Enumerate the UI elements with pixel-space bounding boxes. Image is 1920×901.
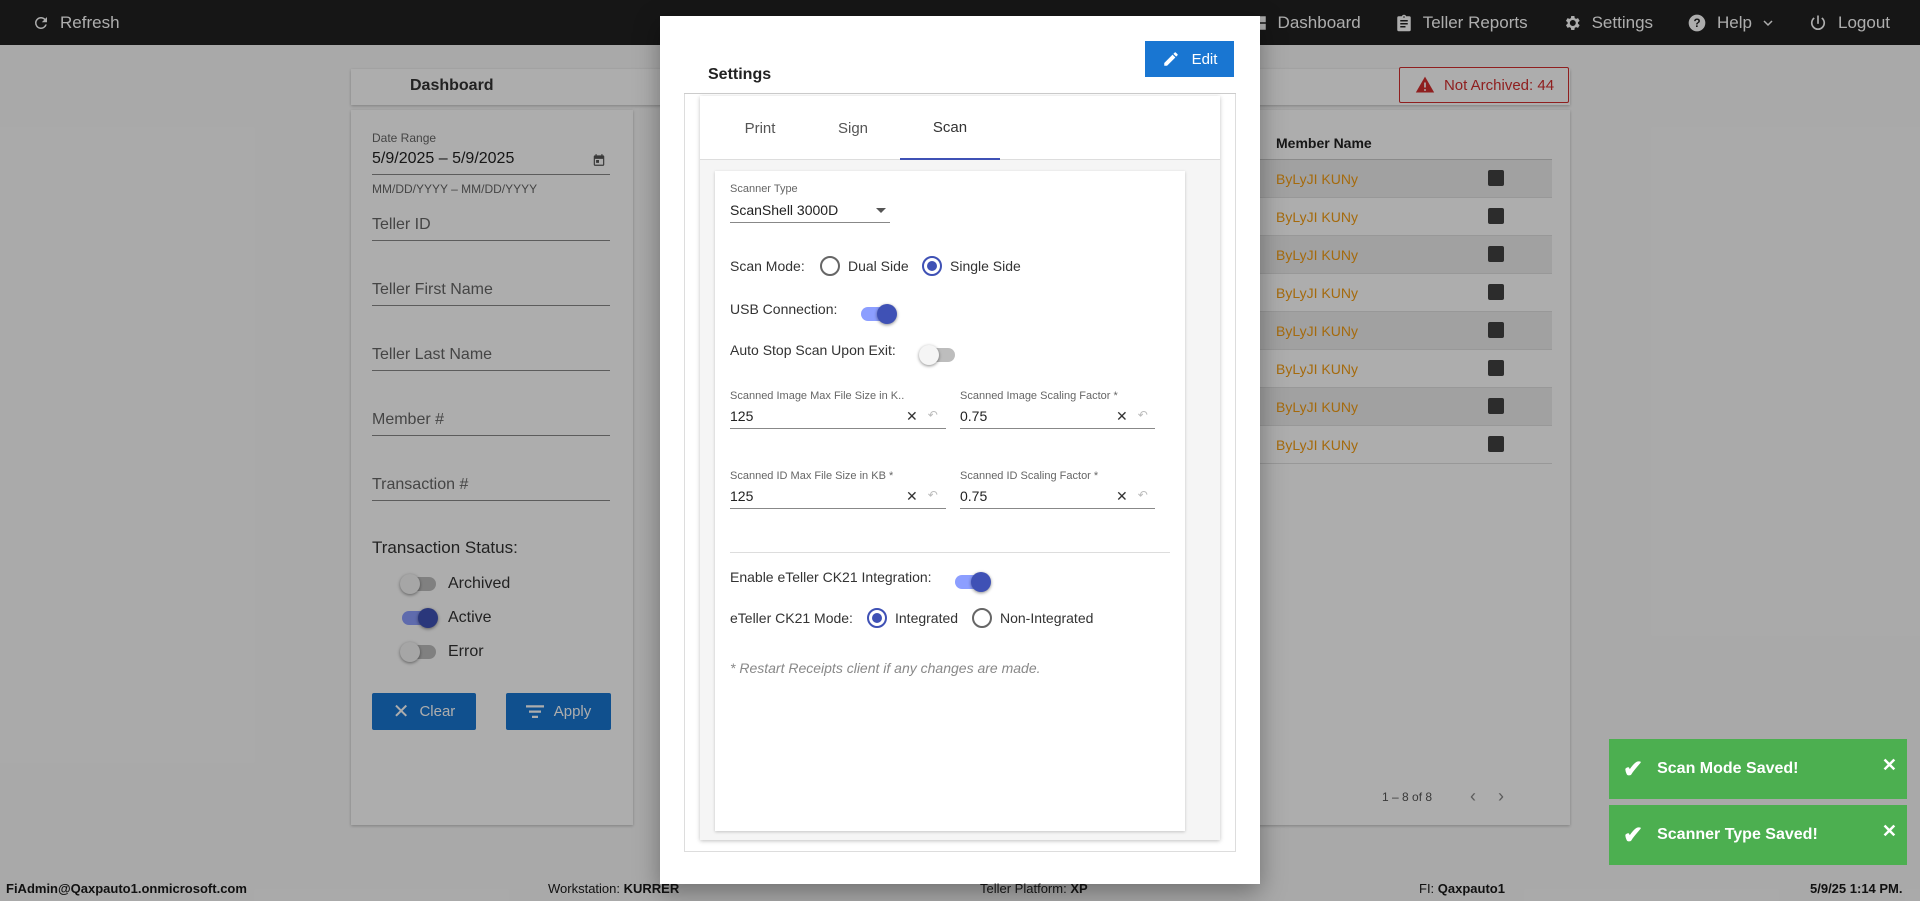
- platform-value: XP: [1070, 881, 1088, 896]
- ck21-non-integrated-radio[interactable]: [972, 608, 992, 628]
- image-max-size-input[interactable]: [730, 428, 946, 429]
- edit-button[interactable]: Edit: [1145, 41, 1234, 77]
- footer-platform: Teller Platform: XP: [980, 881, 1088, 896]
- scanner-type-select[interactable]: [730, 222, 890, 223]
- clear-icon[interactable]: ✕: [1116, 488, 1128, 505]
- restart-note: * Restart Receipts client if any changes…: [730, 660, 1041, 676]
- ck21-mode-label: eTeller CK21 Mode:: [730, 610, 853, 626]
- scan-mode-dual-label: Dual Side: [848, 258, 909, 274]
- dropdown-arrow-icon[interactable]: [876, 208, 886, 213]
- clear-icon[interactable]: ✕: [906, 488, 918, 505]
- fi-label: FI:: [1419, 881, 1438, 896]
- ck21-non-integrated-label: Non-Integrated: [1000, 610, 1094, 626]
- scanner-type-label: Scanner Type: [730, 183, 798, 195]
- pencil-icon: [1163, 52, 1178, 66]
- ck21-integration-label: Enable eTeller CK21 Integration:: [730, 569, 932, 585]
- undo-icon[interactable]: ↶: [1138, 408, 1148, 425]
- ck21-integrated-radio[interactable]: [867, 608, 887, 628]
- check-icon: ✔: [1623, 821, 1644, 849]
- toast-scan-mode: ✔ Scan Mode Saved! ✕: [1609, 739, 1907, 799]
- settings-dialog: Settings Edit Print Sign Scan: [660, 16, 1260, 884]
- image-scaling-input[interactable]: [960, 428, 1155, 429]
- clear-icon[interactable]: ✕: [906, 408, 918, 425]
- tab-scan[interactable]: Scan: [900, 96, 1000, 160]
- auto-stop-toggle[interactable]: [919, 345, 955, 365]
- ck21-integrated-label: Integrated: [895, 610, 959, 626]
- id-scaling-value[interactable]: 0.75: [960, 488, 987, 504]
- clear-icon[interactable]: ✕: [1116, 408, 1128, 425]
- scan-mode-dual-radio[interactable]: [820, 256, 840, 276]
- close-icon[interactable]: ✕: [1882, 755, 1897, 776]
- check-icon: ✔: [1623, 755, 1644, 783]
- scan-mode-single-label: Single Side: [950, 258, 1021, 274]
- tab-print[interactable]: Print: [710, 96, 810, 160]
- toast-message: Scan Mode Saved!: [1657, 760, 1799, 777]
- platform-label: Teller Platform:: [980, 881, 1071, 896]
- dialog-title: Settings: [708, 66, 772, 83]
- image-scaling-label: Scanned Image Scaling Factor *: [960, 390, 1118, 402]
- id-max-size-value[interactable]: 125: [730, 488, 753, 504]
- ck21-integration-toggle[interactable]: [955, 572, 991, 592]
- scan-mode-label: Scan Mode:: [730, 258, 805, 274]
- id-max-size-input[interactable]: [730, 508, 946, 509]
- scan-mode-single-radio[interactable]: [922, 256, 942, 276]
- auto-stop-label: Auto Stop Scan Upon Exit:: [730, 342, 896, 358]
- status-footer: FiAdmin@Qaxpauto1.onmicrosoft.com Workst…: [0, 877, 1920, 901]
- image-max-size-value[interactable]: 125: [730, 408, 753, 424]
- scanner-type-value[interactable]: ScanShell 3000D: [730, 202, 838, 218]
- edit-label: Edit: [1191, 50, 1218, 68]
- footer-user: FiAdmin@Qaxpauto1.onmicrosoft.com: [6, 881, 247, 896]
- footer-workstation: Workstation: KURRER: [548, 881, 679, 896]
- workstation-label: Workstation:: [548, 881, 624, 896]
- id-max-size-label: Scanned ID Max File Size in KB *: [730, 470, 894, 482]
- footer-datetime: 5/9/25 1:14 PM.: [1810, 881, 1903, 896]
- id-scaling-input[interactable]: [960, 508, 1155, 509]
- undo-icon[interactable]: ↶: [928, 488, 938, 505]
- settings-tabs: Print Sign Scan: [700, 96, 1220, 160]
- workstation-value: KURRER: [623, 881, 680, 896]
- close-icon[interactable]: ✕: [1882, 821, 1897, 842]
- id-scaling-label: Scanned ID Scaling Factor *: [960, 470, 1099, 482]
- undo-icon[interactable]: ↶: [1138, 488, 1148, 505]
- fi-value: Qaxpauto1: [1437, 881, 1505, 896]
- undo-icon[interactable]: ↶: [928, 408, 938, 425]
- tab-sign[interactable]: Sign: [803, 96, 903, 160]
- footer-fi: FI: Qaxpauto1: [1419, 881, 1505, 896]
- toast-scanner-type: ✔ Scanner Type Saved! ✕: [1609, 805, 1907, 865]
- toast-message: Scanner Type Saved!: [1657, 826, 1818, 843]
- usb-connection-toggle[interactable]: [861, 304, 897, 324]
- section-divider: [730, 552, 1170, 553]
- image-scaling-value[interactable]: 0.75: [960, 408, 987, 424]
- usb-connection-label: USB Connection:: [730, 301, 838, 317]
- image-max-size-label: Scanned Image Max File Size in K...: [730, 390, 905, 402]
